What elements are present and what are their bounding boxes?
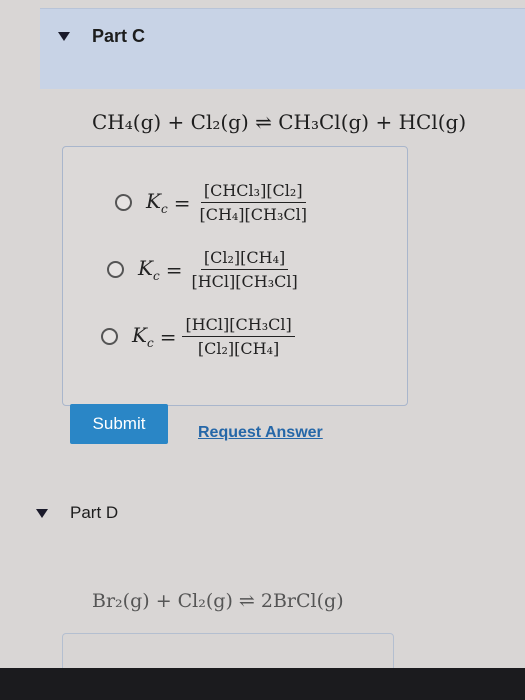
- part-c-equation: CH₄(g) + Cl₂(g) ⇌ CH₃Cl(g) + HCl(g): [92, 110, 467, 134]
- part-c-label: Part C: [92, 26, 146, 46]
- option-2[interactable]: Kc = [Cl₂][CH₄] [HCl][CH₃Cl]: [107, 248, 301, 291]
- collapse-triangle-icon[interactable]: [58, 32, 70, 41]
- answer-options-box: Kc = [CHCl₃][Cl₂] [CH₄][CH₃Cl] Kc = [Cl₂…: [62, 146, 408, 406]
- denominator: [Cl₂][CH₄]: [197, 339, 280, 358]
- part-c-header[interactable]: [40, 8, 525, 89]
- equals-sign: =: [159, 324, 177, 349]
- submit-button[interactable]: Submit: [70, 404, 168, 444]
- option-3[interactable]: Kc = [HCl][CH₃Cl] [Cl₂][CH₄]: [101, 315, 295, 358]
- equals-sign: =: [173, 190, 191, 215]
- numerator: [Cl₂][CH₄]: [200, 248, 289, 270]
- option-1[interactable]: Kc = [CHCl₃][Cl₂] [CH₄][CH₃Cl]: [115, 181, 310, 224]
- device-bezel: [0, 668, 525, 700]
- equals-sign: =: [165, 257, 183, 282]
- part-d-equation: Br₂(g) + Cl₂(g) ⇌ 2BrCl(g): [92, 590, 344, 612]
- denominator: [HCl][CH₃Cl]: [191, 272, 298, 291]
- radio-button[interactable]: [101, 328, 118, 345]
- collapse-triangle-icon[interactable]: [36, 508, 48, 518]
- fraction: [HCl][CH₃Cl] [Cl₂][CH₄]: [182, 315, 295, 358]
- fraction: [Cl₂][CH₄] [HCl][CH₃Cl]: [188, 248, 300, 291]
- fraction: [CHCl₃][Cl₂] [CH₄][CH₃Cl]: [196, 181, 310, 224]
- radio-button[interactable]: [115, 194, 132, 211]
- k-symbol: Kc: [132, 323, 154, 350]
- part-d-label: Part D: [70, 503, 119, 522]
- denominator: [CH₄][CH₃Cl]: [199, 205, 307, 224]
- part-d-toggle[interactable]: Part D: [36, 503, 118, 523]
- radio-button[interactable]: [107, 261, 124, 278]
- numerator: [CHCl₃][Cl₂]: [200, 181, 306, 203]
- k-symbol: Kc: [146, 189, 168, 216]
- k-symbol: Kc: [138, 256, 160, 283]
- request-answer-link[interactable]: Request Answer: [198, 424, 323, 442]
- numerator: [HCl][CH₃Cl]: [182, 315, 295, 337]
- part-c-toggle[interactable]: Part C: [58, 26, 145, 47]
